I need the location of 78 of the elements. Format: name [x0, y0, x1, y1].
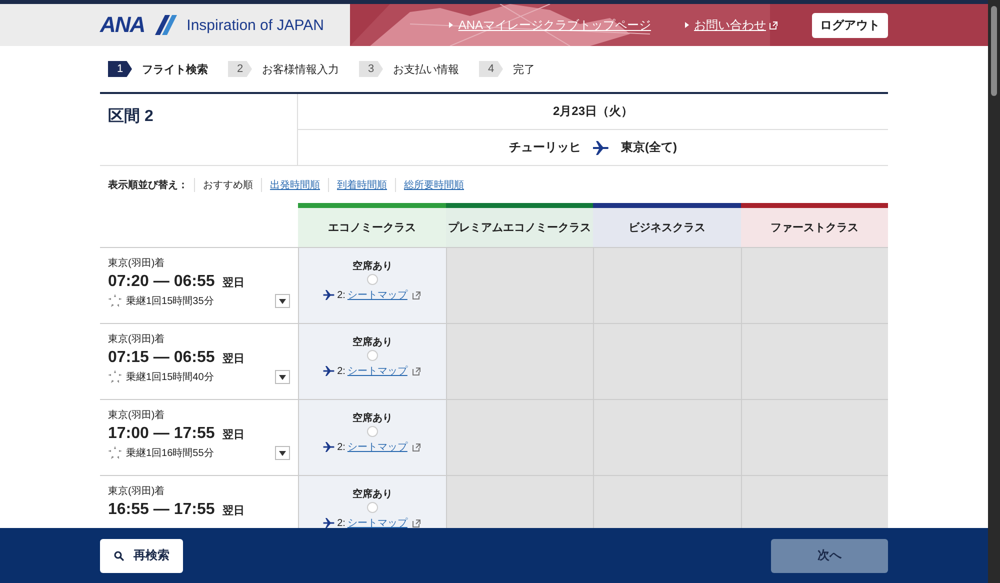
step-number: 4 — [479, 61, 503, 77]
fare-radio[interactable] — [366, 426, 378, 437]
airplane-icon — [593, 140, 609, 154]
arrival-airport: 東京(羽田)着 — [108, 408, 166, 422]
airplane-icon — [323, 518, 336, 528]
arrival-airport: 東京(羽田)着 — [108, 256, 166, 270]
caret-icon — [279, 298, 286, 304]
sort-label: 表示順並び替え： — [108, 178, 188, 192]
external-link-icon — [412, 442, 422, 452]
caret-icon — [279, 374, 286, 380]
destination-city: 東京(全て) — [621, 139, 677, 156]
cabin-class-header: エコノミークラス — [298, 203, 446, 248]
cabin-class-header: ビジネスクラス — [593, 203, 740, 248]
step-number: 3 — [359, 61, 383, 77]
sort-link[interactable]: 出発時間順 — [270, 180, 320, 190]
cabin-class-header: ファーストクラス — [740, 203, 888, 248]
seat-map-link[interactable]: シートマップ — [347, 516, 408, 528]
sort-link[interactable]: 総所要時間順 — [404, 180, 464, 190]
cabin-class-header: プレミアムエコノミークラス — [446, 203, 593, 248]
next-day-label: 翌日 — [222, 428, 245, 442]
external-link-icon — [412, 290, 422, 300]
scrollbar-thumb[interactable] — [991, 6, 997, 96]
step-label: お支払い情報 — [393, 62, 459, 76]
fare-radio[interactable] — [366, 274, 378, 285]
availability-label: 空席あり — [352, 259, 392, 273]
availability-label: 空席あり — [352, 487, 392, 501]
transfer-info: 乗継1回15時間40分 — [126, 370, 214, 384]
sort-link[interactable]: 到着時間順 — [337, 180, 387, 190]
triangle-bullet-icon — [449, 22, 454, 28]
step-label: 完了 — [513, 62, 535, 76]
next-day-label: 翌日 — [222, 276, 245, 290]
step-number: 1 — [108, 61, 132, 77]
flight-times: 17:00 — 17:55 — [108, 425, 215, 443]
next-day-label: 翌日 — [222, 352, 245, 366]
flight-times: 07:15 — 06:55 — [108, 349, 215, 367]
header-link[interactable]: お問い合わせ — [685, 16, 778, 34]
sort-option: おすすめ順 — [203, 180, 253, 190]
availability-label: 空席あり — [352, 335, 392, 349]
fare-radio[interactable] — [366, 502, 378, 513]
header-link[interactable]: ANAマイレージクラブトップページ — [449, 16, 651, 34]
expand-dropdown[interactable] — [275, 446, 290, 460]
step-number: 2 — [228, 61, 252, 77]
transfer-info: 乗継1回16時間55分 — [126, 446, 214, 460]
transfer-info: 乗継1回15時間35分 — [126, 294, 214, 308]
availability-label: 空席あり — [352, 411, 392, 425]
external-link-icon — [769, 20, 778, 30]
seat-map-link[interactable]: シートマップ — [347, 440, 408, 454]
external-link-icon — [412, 366, 422, 376]
expand-dropdown[interactable] — [275, 370, 290, 384]
caret-icon — [279, 450, 286, 456]
expand-dropdown[interactable] — [275, 294, 290, 308]
triangle-bullet-icon — [685, 22, 689, 28]
tagline: Inspiration of JAPAN — [186, 16, 324, 34]
arrival-airport: 東京(羽田)着 — [108, 332, 166, 346]
seat-map-link[interactable]: シートマップ — [347, 364, 408, 378]
search-icon — [114, 550, 124, 560]
airplane-icon — [323, 366, 336, 376]
segment-title: 区間 2 — [108, 108, 154, 125]
flight-times: 16:55 — 17:55 — [108, 501, 215, 519]
logout-button[interactable]: ログアウト — [812, 12, 888, 38]
research-button[interactable]: 再検索 — [100, 538, 183, 572]
next-day-label: 翌日 — [222, 504, 245, 518]
seat-count: 2: — [337, 366, 346, 376]
step-label: フライト検索 — [142, 62, 208, 76]
external-link-icon — [412, 518, 422, 528]
step-label: お客様情報入力 — [262, 62, 339, 76]
seat-count: 2: — [337, 518, 346, 528]
airplane-icon — [323, 290, 336, 300]
flight-times: 07:20 — 06:55 — [108, 273, 215, 291]
seat-count: 2: — [337, 442, 346, 452]
origin-city: チューリッヒ — [509, 139, 581, 156]
fare-radio[interactable] — [366, 350, 378, 361]
airplane-icon — [323, 442, 336, 452]
seat-count: 2: — [337, 290, 346, 300]
arrival-airport: 東京(羽田)着 — [108, 484, 166, 498]
flight-date: 2月23日（火） — [552, 103, 634, 120]
ana-logo[interactable]: ANA — [100, 12, 177, 38]
seat-map-link[interactable]: シートマップ — [347, 288, 408, 302]
